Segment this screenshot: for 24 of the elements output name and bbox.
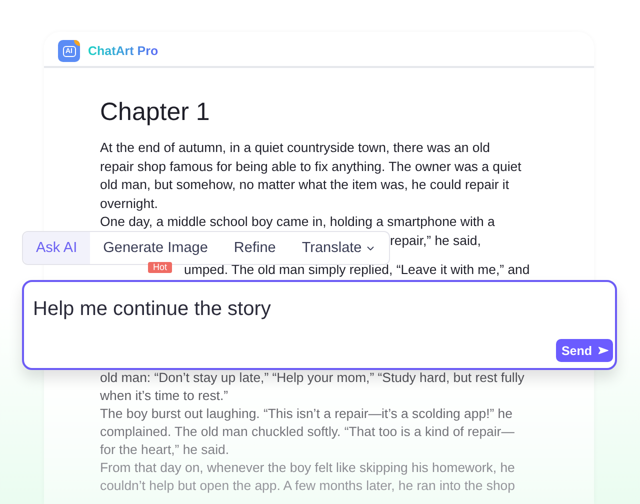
chapter-title: Chapter 1 (100, 98, 211, 127)
toolbar-tab[interactable]: Generate Image (90, 232, 221, 264)
story-line: From that day on, whenever the boy felt like skipping his homework, he (100, 459, 516, 477)
story-line: The boy burst out laughing. “This isn’t a repair—it’s a scolding app!” he (100, 405, 514, 423)
story-line: old man: “Don’t stay up late,” “Help your mom,” “Study hard, but rest fully (100, 369, 526, 387)
story-line: repair,” he said, (390, 232, 481, 250)
story-line: repair shop famous for being able to fix anything. The owner was a quiet (100, 158, 522, 176)
story-line: old man, but somehow, no matter what the item was, he could repair it (100, 176, 510, 194)
story-line: for the heart,” he said. (100, 441, 230, 459)
send-button[interactable]: Send (556, 339, 613, 362)
story-line: complained. The old man chuckled softly. “That too is a kind of repair— (100, 423, 516, 441)
story-line: One day, a middle school boy came in, holding a smartphone with a (100, 213, 496, 231)
story-line: At the end of autumn, in a quiet countryside town, there was an old (100, 139, 492, 157)
prompt-field[interactable]: Help me continue the story Send (22, 280, 617, 370)
story-line: overnight. (100, 194, 159, 213)
story-line: umped. The old man simply replied, “Leave it with me,” and (184, 262, 530, 277)
app-name: ChatArt Pro (88, 44, 158, 58)
toolbar-tab[interactable]: Refine (220, 232, 289, 264)
prompt-text: Help me continue the story (33, 298, 271, 321)
story-line: when it’s time to rest.” (100, 387, 230, 405)
story-line: couldn’t help but open the app. A few months later, he ran into the shop (100, 477, 516, 495)
hot-badge: Hot (148, 262, 172, 273)
toolbar-tab[interactable]: Translate (288, 232, 389, 264)
toolbar-tab[interactable]: Ask AI (23, 232, 90, 264)
